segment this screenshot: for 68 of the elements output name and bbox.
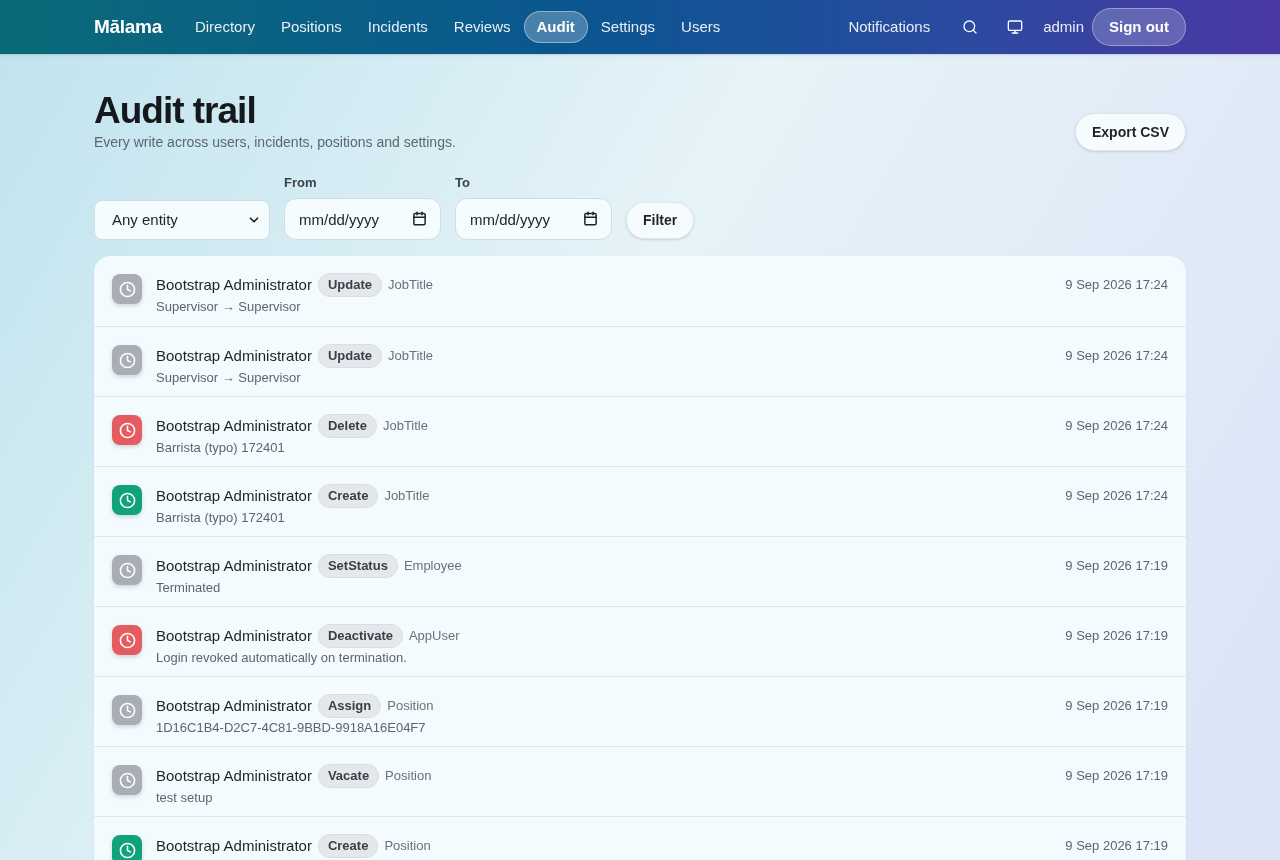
entry-detail: Login revoked automatically on termination. xyxy=(156,649,408,667)
entity-type: Position xyxy=(387,697,434,716)
action-badge: Delete xyxy=(317,414,377,438)
entry-time: 9 Sep 2026 17:19 xyxy=(1065,697,1168,715)
action-badge: Create xyxy=(317,834,379,858)
nav-link[interactable]: Positions xyxy=(267,11,355,43)
entry-time: 9 Sep 2026 17:19 xyxy=(1065,627,1168,645)
page-subtitle: Every write across users, incidents, positions and settings. xyxy=(94,133,456,152)
entry-detail: Barrista (typo) 172401 xyxy=(156,439,286,457)
action-badge: Assign xyxy=(317,694,382,718)
action-badge: Deactivate xyxy=(317,624,403,648)
calendar-icon xyxy=(412,211,427,226)
entry-time: 9 Sep 2026 17:24 xyxy=(1065,347,1168,365)
date-field[interactable]: mm/dd/yyyy xyxy=(284,198,441,240)
filter-button[interactable]: Filter xyxy=(626,202,695,239)
actor-name: Bootstrap Administrator xyxy=(156,835,312,856)
entry-time: 9 Sep 2026 17:19 xyxy=(1065,767,1168,785)
action-badge: Update xyxy=(317,273,382,297)
action-badge: Vacate xyxy=(317,764,380,788)
nav-link[interactable]: Audit xyxy=(523,11,588,43)
entity-type: JobTitle xyxy=(387,276,433,295)
monitor-icon xyxy=(1007,19,1024,35)
field-label: From xyxy=(284,174,318,192)
sign-out-button[interactable]: Sign out xyxy=(1092,8,1186,46)
actor-name: Bootstrap Administrator xyxy=(156,625,312,646)
entity-type: Position xyxy=(385,767,432,786)
entity-type: JobTitle xyxy=(387,347,433,366)
field-label: To xyxy=(455,174,471,192)
entry-time: 9 Sep 2026 17:24 xyxy=(1065,417,1168,435)
entry-time: 9 Sep 2026 17:24 xyxy=(1065,487,1168,505)
nav-link[interactable]: Settings xyxy=(587,11,669,43)
entry-time: 9 Sep 2026 17:24 xyxy=(1065,276,1168,294)
entry-detail: Barrista (typo) 172401 xyxy=(156,509,286,527)
entry-detail: 1D16C1B4-D2C7-4C81-9BBD-9918A16E04F7 xyxy=(156,719,427,737)
nav-link[interactable]: Users xyxy=(668,11,734,43)
entity-type: AppUser xyxy=(408,627,460,646)
notifications-link[interactable]: Notifications xyxy=(836,15,943,39)
nav-link[interactable]: Reviews xyxy=(440,11,524,43)
actor-name: Bootstrap Administrator xyxy=(156,765,312,786)
page-title: Audit trail xyxy=(94,90,257,132)
actor-name: Bootstrap Administrator xyxy=(156,555,312,576)
entity-type: JobTitle xyxy=(384,487,430,506)
entry-detail: test setup xyxy=(156,789,214,807)
action-badge: Create xyxy=(317,484,379,508)
date-field[interactable]: mm/dd/yyyy xyxy=(455,198,612,240)
calendar-icon xyxy=(583,211,598,226)
entity-type: JobTitle xyxy=(382,417,428,436)
brand-logo[interactable]: Mālama xyxy=(94,12,162,42)
actor-name: Bootstrap Administrator xyxy=(156,485,312,506)
nav-link[interactable]: Directory xyxy=(181,11,268,43)
entry-time: 9 Sep 2026 17:19 xyxy=(1065,837,1168,855)
action-badge: Update xyxy=(317,344,382,368)
actor-name: Bootstrap Administrator xyxy=(156,695,312,716)
search-icon xyxy=(962,19,979,35)
entry-detail: Supervisor → Supervisor xyxy=(156,369,302,387)
entity-type: Position xyxy=(384,837,431,856)
entity-type: Employee xyxy=(403,557,462,576)
entry-detail: Supervisor → Supervisor xyxy=(156,298,302,316)
entry-detail: Terminated xyxy=(156,579,222,597)
actor-name: Bootstrap Administrator xyxy=(156,274,312,295)
entity-select[interactable]: Any entity xyxy=(94,200,270,240)
user-name: admin xyxy=(1043,16,1084,37)
actor-name: Bootstrap Administrator xyxy=(156,415,312,436)
entry-time: 9 Sep 2026 17:19 xyxy=(1065,557,1168,575)
nav-link[interactable]: Incidents xyxy=(354,11,441,43)
action-badge: SetStatus xyxy=(317,554,398,578)
actor-name: Bootstrap Administrator xyxy=(156,345,312,366)
export-csv-button[interactable]: Export CSV xyxy=(1075,113,1186,151)
